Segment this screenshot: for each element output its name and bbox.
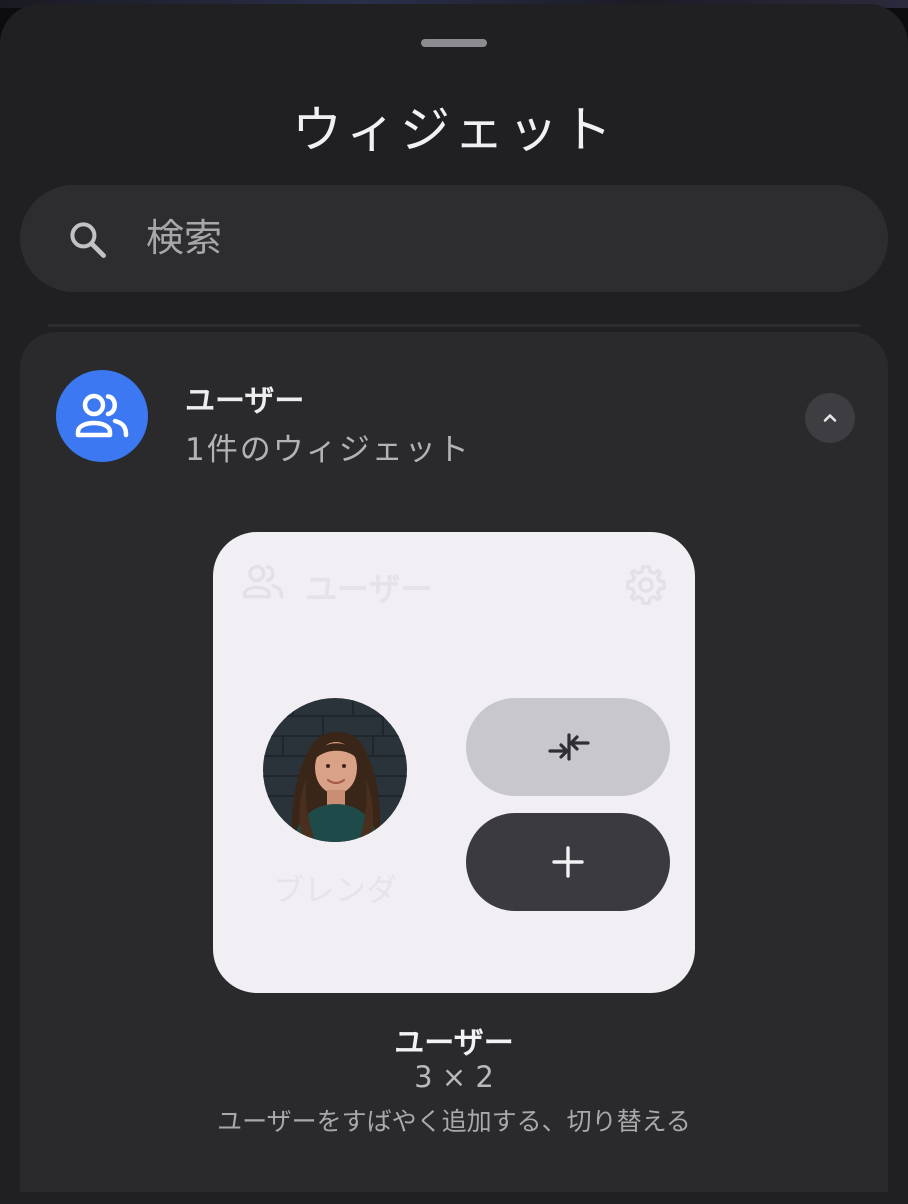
app-name: ユーザー <box>185 384 305 419</box>
widget-picker-sheet: ウィジェット ユーザー 1件のウィジェット <box>0 4 908 1204</box>
people-outline-icon <box>239 562 287 606</box>
search-icon <box>66 218 110 262</box>
widget-description: ユーザーをすばやく追加する、切り替える <box>217 1107 691 1136</box>
gear-icon <box>623 562 669 612</box>
widget-header-label: ユーザー <box>305 570 433 608</box>
widget-preview[interactable]: ユーザー ブレンダ <box>213 532 695 993</box>
divider <box>48 324 860 327</box>
widget-name: ユーザー <box>394 1026 514 1061</box>
app-widget-group: ユーザー 1件のウィジェット ユーザー ブレンダ ユーザー 3 × 2 ユーザー… <box>20 332 888 1192</box>
switch-user-button[interactable] <box>466 698 670 796</box>
user-name-label: ブレンダ <box>273 873 397 909</box>
page-title: ウィジェット <box>292 101 616 159</box>
widget-count: 1件のウィジェット <box>185 432 471 468</box>
user-avatar-photo[interactable] <box>263 698 407 842</box>
search-bar[interactable] <box>20 185 888 292</box>
add-user-button[interactable] <box>466 813 670 911</box>
app-icon <box>56 370 148 462</box>
widget-size: 3 × 2 <box>414 1060 494 1094</box>
collapse-button[interactable] <box>805 393 855 443</box>
drag-handle[interactable] <box>421 39 487 47</box>
search-input[interactable] <box>146 205 846 271</box>
